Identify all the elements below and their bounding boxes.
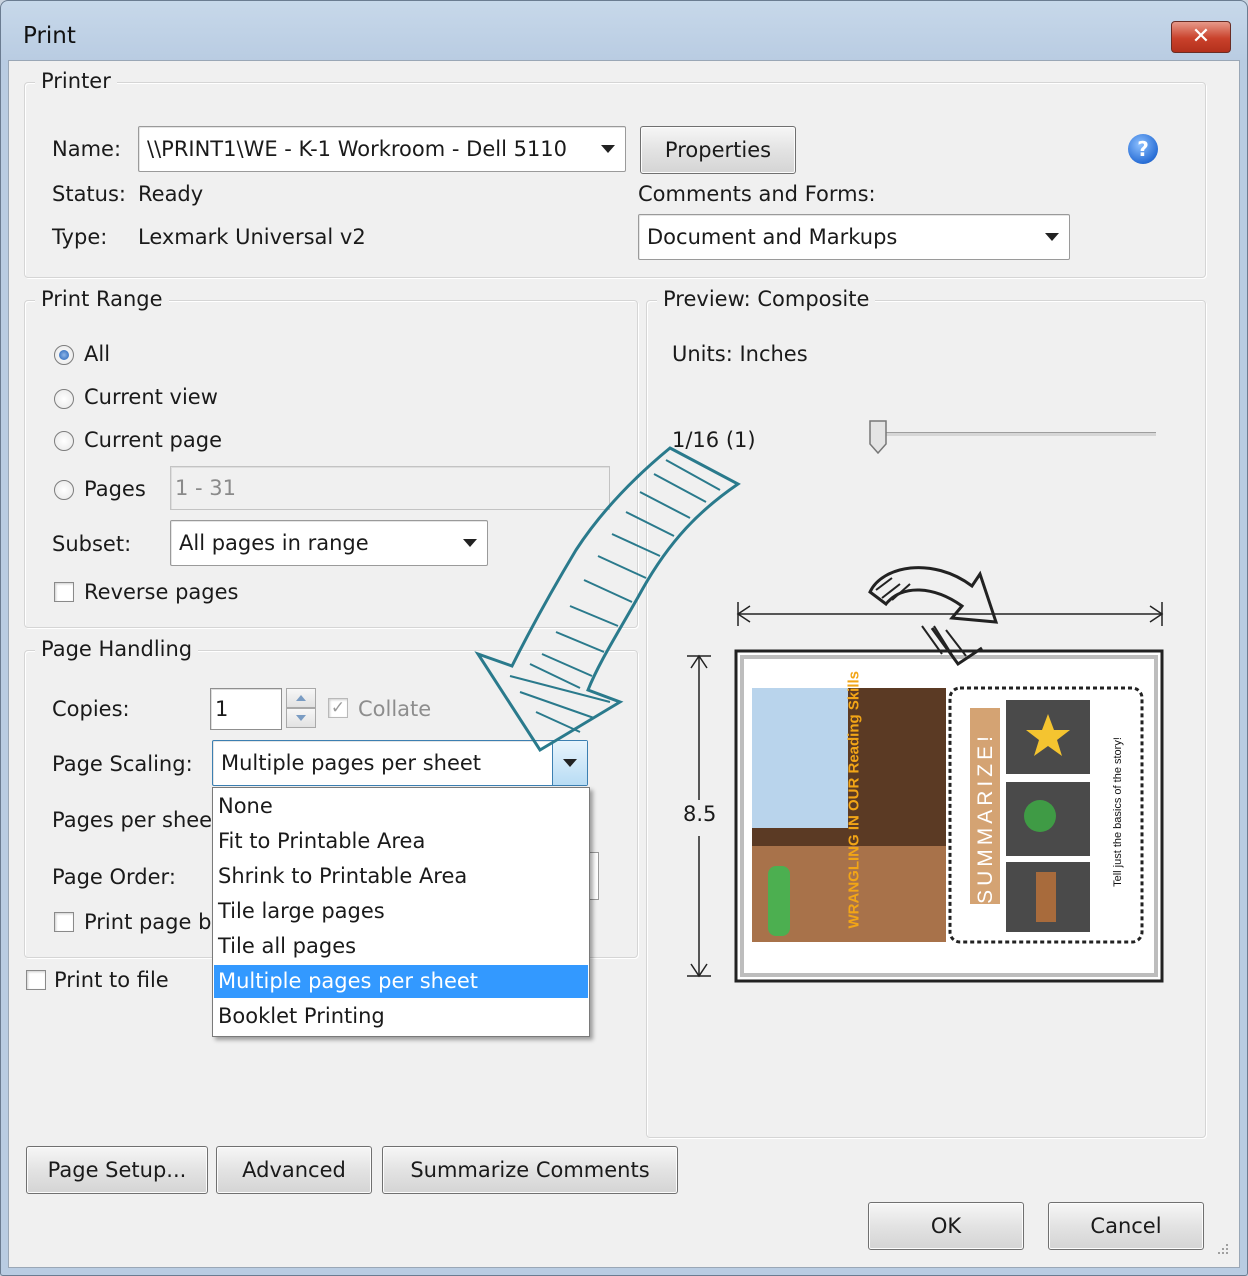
cancel-button[interactable]: Cancel	[1048, 1202, 1204, 1250]
radio-current-page[interactable]	[54, 431, 74, 451]
stepper-down-icon[interactable]	[286, 708, 316, 728]
reverse-pages-label[interactable]: Reverse pages	[84, 580, 238, 604]
print-range-legend: Print Range	[35, 287, 169, 311]
scaling-option-fit[interactable]: Fit to Printable Area	[214, 825, 588, 858]
zoom-slider-track[interactable]	[878, 432, 1156, 436]
page-handling-legend: Page Handling	[35, 637, 199, 661]
type-label: Type:	[52, 225, 108, 249]
annotation-arrow-icon	[474, 446, 741, 753]
scaling-option-multiple[interactable]: Multiple pages per sheet	[214, 965, 588, 998]
collate-label[interactable]: Collate	[358, 697, 431, 721]
comments-forms-select[interactable]: Document and Markups	[638, 214, 1070, 260]
copies-stepper[interactable]	[286, 688, 316, 728]
annotation-curved-arrow-icon	[868, 566, 999, 667]
print-page-border-label[interactable]: Print page b	[84, 910, 211, 934]
advanced-button[interactable]: Advanced	[216, 1146, 372, 1194]
zoom-slider-thumb[interactable]	[868, 420, 888, 455]
thumb-title: WRANGLING IN OUR Reading Skills	[845, 670, 863, 929]
scaling-option-tile-large[interactable]: Tile large pages	[214, 895, 588, 928]
comments-forms-value: Document and Markups	[647, 225, 898, 249]
print-page-border-checkbox[interactable]	[54, 912, 74, 932]
copies-value: 1	[215, 697, 229, 721]
properties-button[interactable]: Properties	[640, 126, 796, 174]
pages-range-value: 1 - 31	[175, 476, 237, 500]
title-bar: Print ✕	[1, 1, 1247, 63]
pages-per-sheet-label: Pages per sheet	[52, 808, 221, 832]
close-button[interactable]: ✕	[1171, 21, 1231, 53]
scaling-option-none[interactable]: None	[214, 790, 588, 823]
page-order-label: Page Order:	[52, 865, 176, 889]
printer-name-value: \\PRINT1\WE - K-1 Workroom - Dell 5110	[147, 137, 568, 161]
radio-current-view-label[interactable]: Current view	[84, 385, 218, 409]
thumb-side-text: Tell just the basics of the story!	[1112, 737, 1124, 887]
radio-current-page-label[interactable]: Current page	[84, 428, 222, 452]
help-icon[interactable]: ?	[1128, 134, 1158, 164]
radio-all[interactable]	[54, 345, 74, 365]
page-scaling-label: Page Scaling:	[52, 752, 193, 776]
chevron-down-icon	[591, 127, 625, 171]
page-scaling-value: Multiple pages per sheet	[221, 751, 482, 775]
stepper-up-icon[interactable]	[286, 688, 316, 708]
print-to-file-label[interactable]: Print to file	[54, 968, 169, 992]
radio-all-label[interactable]: All	[84, 342, 110, 366]
scaling-option-booklet[interactable]: Booklet Printing	[214, 1000, 588, 1033]
printer-legend: Printer	[35, 69, 117, 93]
chevron-down-icon	[1035, 215, 1069, 259]
copies-label: Copies:	[52, 697, 130, 721]
summarize-comments-button[interactable]: Summarize Comments	[382, 1146, 678, 1194]
close-icon: ✕	[1191, 24, 1211, 49]
copies-input[interactable]: 1	[210, 688, 282, 730]
radio-current-view[interactable]	[54, 389, 74, 409]
resize-grip-icon[interactable]	[1212, 1240, 1230, 1258]
status-value: Ready	[138, 182, 204, 206]
printer-name-select[interactable]: \\PRINT1\WE - K-1 Workroom - Dell 5110	[138, 126, 626, 172]
comments-forms-label: Comments and Forms:	[638, 182, 876, 206]
thumb-summarize: SUMMARIZE!	[974, 732, 997, 904]
preview-legend: Preview: Composite	[657, 287, 876, 311]
scaling-option-shrink[interactable]: Shrink to Printable Area	[214, 860, 588, 893]
status-label: Status:	[52, 182, 126, 206]
collate-checkbox[interactable]: ✓	[328, 698, 348, 718]
page-setup-button[interactable]: Page Setup...	[26, 1146, 208, 1194]
subset-label: Subset:	[52, 532, 132, 556]
subset-select[interactable]: All pages in range	[170, 520, 488, 566]
radio-pages-label[interactable]: Pages	[84, 477, 146, 501]
scaling-option-tile-all[interactable]: Tile all pages	[214, 930, 588, 963]
ok-button[interactable]: OK	[868, 1202, 1024, 1250]
print-to-file-checkbox[interactable]	[26, 970, 46, 990]
subset-value: All pages in range	[179, 531, 369, 555]
preview-height-label: 8.5	[683, 802, 717, 826]
type-value: Lexmark Universal v2	[138, 225, 366, 249]
reverse-pages-checkbox[interactable]	[54, 582, 74, 602]
window-title: Print	[23, 23, 76, 49]
page-scaling-dropdown-list[interactable]: None Fit to Printable Area Shrink to Pri…	[212, 787, 590, 1037]
units-label: Units: Inches	[672, 342, 808, 366]
printer-name-label: Name:	[52, 137, 122, 161]
radio-pages[interactable]	[54, 480, 74, 500]
